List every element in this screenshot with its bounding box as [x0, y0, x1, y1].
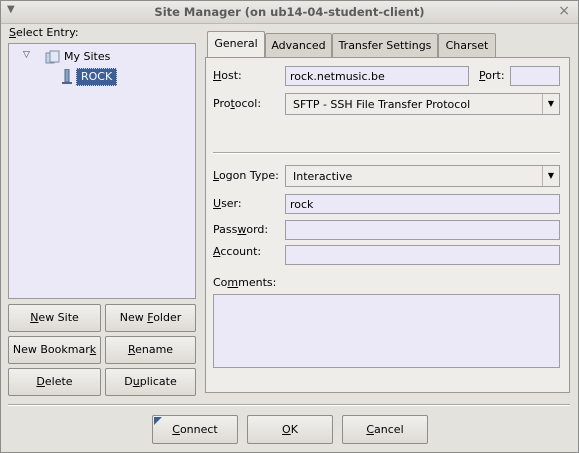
port-input[interactable]	[510, 66, 560, 86]
delete-button[interactable]: Delete	[8, 368, 101, 396]
host-input[interactable]: rock.netmusic.be	[285, 66, 469, 86]
footer-separator	[8, 404, 570, 406]
separator	[213, 152, 560, 154]
select-entry-label: Select Entry:	[9, 26, 79, 39]
ok-button[interactable]: OK	[247, 415, 333, 444]
window-title: Site Manager (on ub14-04-student-client)	[154, 5, 425, 19]
close-icon[interactable]: ×	[558, 3, 570, 19]
password-input[interactable]	[285, 220, 560, 240]
user-input[interactable]: rock	[285, 194, 560, 214]
tab-general[interactable]: General	[207, 31, 265, 58]
protocol-value: SFTP - SSH File Transfer Protocol	[293, 98, 471, 111]
tree-item-rock[interactable]: ROCK	[76, 68, 118, 86]
host-label: Host:	[213, 69, 242, 82]
protocol-select[interactable]: SFTP - SSH File Transfer Protocol ▼	[285, 93, 560, 115]
dropdown-arrow-icon[interactable]: ▼	[542, 94, 559, 114]
folder-icon	[45, 50, 60, 64]
corner-icon	[154, 417, 162, 425]
tree-item-my-sites[interactable]: My Sites	[64, 50, 110, 63]
duplicate-button[interactable]: Duplicate	[105, 368, 196, 396]
select-entry-text: elect Entry:	[15, 26, 79, 39]
account-input[interactable]	[285, 245, 560, 265]
tab-advanced[interactable]: Advanced	[265, 33, 332, 57]
title-bar: ▼ Site Manager (on ub14-04-student-clien…	[1, 1, 578, 24]
tab-charset[interactable]: Charset	[438, 33, 496, 57]
general-panel: Host: rock.netmusic.be Port: Protocol: S…	[205, 57, 570, 393]
comments-textarea[interactable]	[213, 294, 560, 368]
protocol-label: Protocol:	[213, 97, 262, 110]
rename-button[interactable]: Rename	[105, 336, 196, 364]
comments-label: Comments:	[213, 276, 277, 289]
logon-type-label: Logon Type:	[213, 169, 279, 182]
user-label: User:	[213, 197, 242, 210]
logon-type-value: Interactive	[293, 170, 353, 183]
logon-type-select[interactable]: Interactive ▼	[285, 165, 560, 187]
new-folder-button[interactable]: New Folder	[105, 304, 196, 332]
tab-transfer-settings[interactable]: Transfer Settings	[332, 33, 438, 57]
port-label: Port:	[479, 69, 505, 82]
new-bookmark-button[interactable]: New Bookmark	[8, 336, 101, 364]
password-label: Password:	[213, 223, 269, 236]
site-tree[interactable]: ▽ My Sites ROCK	[8, 43, 196, 299]
server-icon	[62, 69, 72, 84]
site-manager-window: ▼ Site Manager (on ub14-04-student-clien…	[0, 0, 579, 453]
expand-arrow-icon[interactable]: ▽	[23, 50, 30, 60]
connect-button[interactable]: Connect	[152, 415, 238, 444]
cancel-button[interactable]: Cancel	[342, 415, 428, 444]
new-site-button[interactable]: New Site	[8, 304, 101, 332]
account-label: Account:	[213, 245, 262, 258]
dropdown-arrow-icon[interactable]: ▼	[542, 166, 559, 186]
